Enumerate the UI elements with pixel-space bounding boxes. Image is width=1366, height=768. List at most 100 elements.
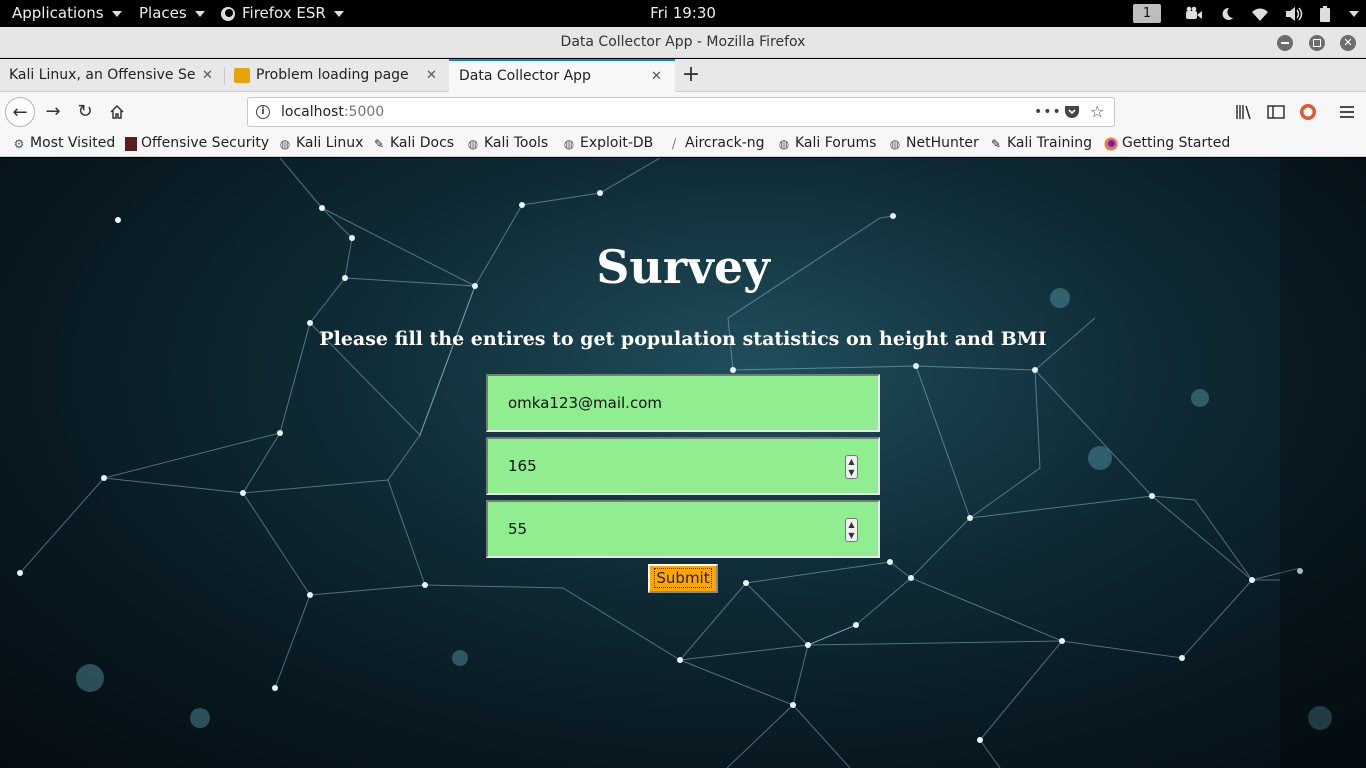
close-tab-icon[interactable]: ✕	[651, 61, 662, 92]
chevron-down-icon[interactable]: ▼	[846, 530, 857, 541]
bookmark-most-visited[interactable]: ⚙ Most Visited	[12, 132, 116, 155]
duckduckgo-icon	[1300, 104, 1316, 120]
tab-kali-linux[interactable]: Kali Linux, an Offensive Security ✕	[0, 59, 224, 92]
tab-data-collector[interactable]: Data Collector App ✕	[449, 59, 675, 92]
library-button[interactable]	[1229, 97, 1259, 127]
height-field[interactable]: 165 ▲ ▼	[486, 437, 880, 495]
night-light-icon	[1222, 7, 1233, 20]
warning-favicon-icon	[234, 68, 250, 83]
hamburger-menu-button[interactable]	[1332, 97, 1362, 127]
tab-label: Kali Linux, an Offensive Security	[9, 67, 195, 83]
bookmark-label: Offensive Security	[141, 135, 270, 151]
bookmark-label: Kali Docs	[390, 135, 455, 151]
close-tab-icon[interactable]: ✕	[202, 59, 213, 92]
arrow-right-icon: →	[45, 101, 61, 122]
bookmark-getting-started[interactable]: Getting Started	[1104, 132, 1230, 155]
chevron-up-icon[interactable]: ▲	[846, 456, 857, 467]
globe-icon: ◍	[778, 136, 790, 151]
bookmark-kali-docs[interactable]: ✎ Kali Docs	[372, 132, 454, 155]
chevron-down-icon	[333, 10, 344, 17]
bookmark-kali-linux[interactable]: ◍ Kali Linux	[278, 132, 364, 155]
home-button[interactable]	[102, 97, 132, 127]
tab-strip: Kali Linux, an Offensive Security ✕ Prob…	[0, 59, 1366, 92]
places-label: Places	[139, 4, 187, 22]
close-tab-icon[interactable]: ✕	[426, 59, 437, 92]
new-tab-button[interactable]: +	[680, 59, 702, 92]
globe-icon: ◍	[467, 136, 479, 151]
firefox-icon	[221, 6, 235, 21]
bookmarks-toolbar: ⚙ Most Visited Offensive Security ◍ Kali L…	[0, 132, 1366, 157]
email-value: omka123@mail.com	[508, 394, 662, 412]
page-subtitle: Please fill the entires to get populatio…	[319, 328, 1047, 350]
bookmark-label: NetHunter	[906, 135, 979, 151]
minimize-icon	[1281, 42, 1289, 44]
places-menu[interactable]: Places	[139, 0, 205, 27]
clock[interactable]: Fri 19:30	[650, 4, 716, 22]
bookmark-label: Aircrack-ng	[685, 135, 765, 151]
tab-problem-loading[interactable]: Problem loading page ✕	[225, 59, 448, 92]
window-titlebar[interactable]: Data Collector App - Mozilla Firefox ✕	[0, 27, 1366, 58]
bookmark-offensive-security[interactable]: Offensive Security	[125, 132, 269, 155]
weight-stepper[interactable]: ▲ ▼	[845, 518, 858, 542]
window-title: Data Collector App - Mozilla Firefox	[560, 34, 806, 50]
tab-label: Data Collector App	[459, 68, 591, 84]
duckduckgo-extension-button[interactable]	[1293, 97, 1323, 127]
bookmark-kali-tools[interactable]: ◍ Kali Tools	[466, 132, 548, 155]
applications-label: Applications	[12, 4, 104, 22]
email-field[interactable]: omka123@mail.com	[486, 374, 880, 432]
home-icon	[110, 104, 124, 119]
firefox-icon	[1104, 137, 1118, 150]
forward-button[interactable]: →	[38, 97, 68, 127]
system-tray[interactable]	[1185, 0, 1359, 27]
bookmark-label: Getting Started	[1122, 135, 1231, 151]
url-text: localhost:5000	[281, 98, 384, 126]
close-icon: ✕	[1343, 36, 1353, 49]
chevron-down-icon[interactable]: ▼	[846, 467, 857, 478]
bookmark-label: Most Visited	[30, 135, 116, 151]
aircrack-icon: ⧸	[671, 136, 677, 151]
url-bar[interactable]: i localhost:5000 ••• ☆	[247, 97, 1115, 127]
page-actions-icon[interactable]: •••	[1034, 98, 1062, 126]
arrow-left-icon: ←	[12, 102, 28, 123]
chevron-down-icon	[1349, 10, 1359, 17]
height-value: 165	[508, 457, 537, 475]
weight-value: 55	[508, 520, 528, 538]
reload-icon: ↻	[77, 101, 93, 122]
system-top-bar: Applications Places Firefox ESR Fri 19:3…	[0, 0, 1366, 27]
bookmark-label: Kali Tools	[484, 135, 549, 151]
plus-icon: +	[681, 62, 701, 87]
firefox-app-menu[interactable]: Firefox ESR	[220, 0, 344, 27]
bookmark-label: Kali Forums	[795, 135, 877, 151]
chevron-down-icon	[194, 10, 205, 17]
bookmark-kali-forums[interactable]: ◍ Kali Forums	[777, 132, 877, 155]
site-info-icon[interactable]: i	[256, 105, 270, 119]
weight-field[interactable]: 55 ▲ ▼	[486, 500, 880, 558]
bookmark-exploit-db[interactable]: ◍ Exploit-DB	[562, 132, 654, 155]
video-camera-icon	[1186, 6, 1202, 19]
navigation-toolbar: ← → ↻ i localhost:5000 ••• ☆	[0, 92, 1366, 132]
gear-icon: ⚙	[13, 136, 25, 151]
firefox-label: Firefox ESR	[242, 4, 326, 22]
close-window-button[interactable]: ✕	[1340, 35, 1356, 51]
applications-menu[interactable]: Applications	[12, 0, 122, 27]
back-button[interactable]: ←	[5, 97, 35, 127]
reload-button[interactable]: ↻	[70, 97, 100, 127]
submit-button[interactable]: Submit	[648, 564, 718, 593]
offsec-icon	[125, 136, 137, 151]
workspace-indicator[interactable]: 1	[1133, 4, 1161, 23]
bookmark-kali-training[interactable]: ✎ Kali Training	[989, 132, 1092, 155]
maximize-icon	[1313, 39, 1321, 47]
minimize-button[interactable]	[1277, 35, 1293, 51]
bookmark-label: Kali Training	[1007, 135, 1092, 151]
bookmark-nethunter[interactable]: ◍ NetHunter	[888, 132, 979, 155]
maximize-button[interactable]	[1309, 35, 1325, 51]
height-stepper[interactable]: ▲ ▼	[845, 455, 858, 479]
sidebar-toggle-button[interactable]	[1261, 97, 1291, 127]
bookmark-aircrack-ng[interactable]: ⧸ Aircrack-ng	[667, 132, 765, 155]
bookmark-star-icon[interactable]: ☆	[1090, 98, 1104, 126]
bookmark-label: Kali Linux	[296, 135, 364, 151]
chevron-up-icon[interactable]: ▲	[846, 519, 857, 530]
volume-icon	[1286, 6, 1303, 21]
url-port: :5000	[343, 104, 385, 120]
pocket-icon[interactable]	[1064, 104, 1080, 120]
